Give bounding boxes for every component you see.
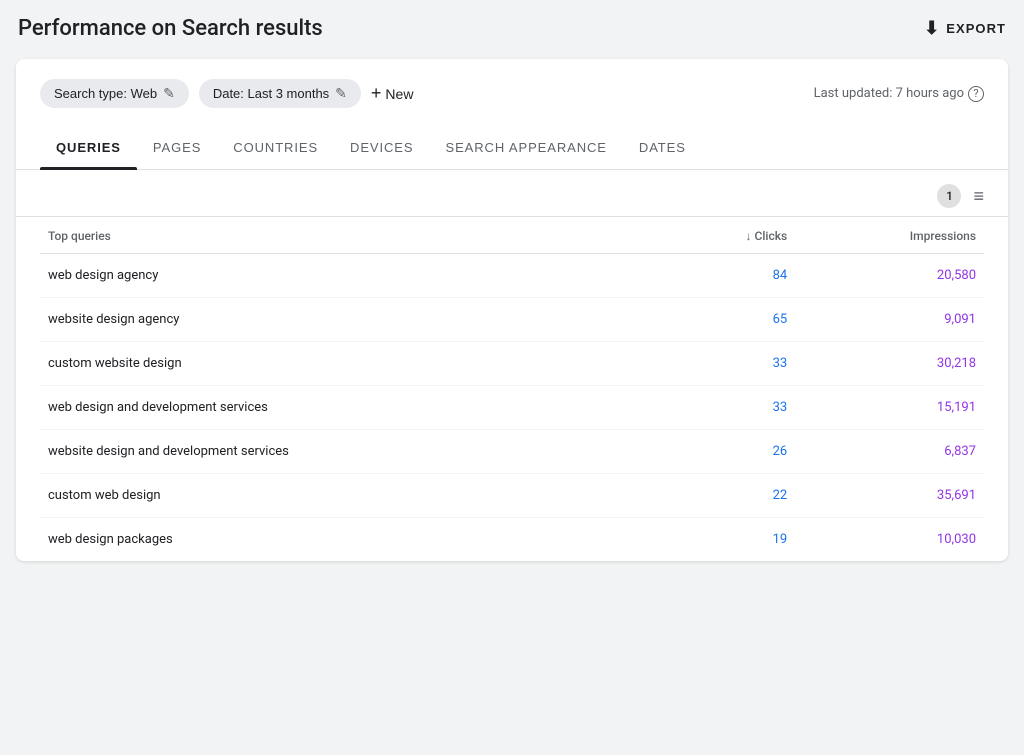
cell-query: web design packages [40, 518, 654, 562]
last-updated-text: Last updated: 7 hours ago [814, 86, 964, 101]
cell-query: custom website design [40, 342, 654, 386]
cell-query: web design and development services [40, 386, 654, 430]
table-body: web design agency8420,580website design … [40, 254, 984, 562]
main-card: Search type: Web ✎ Date: Last 3 months ✎… [16, 59, 1008, 561]
table-header-row: Top queries ↓Clicks Impressions [40, 217, 984, 254]
tabs-bar: QUERIES PAGES COUNTRIES DEVICES SEARCH A… [16, 128, 1008, 170]
table-row[interactable]: website design agency659,091 [40, 298, 984, 342]
queries-table: Top queries ↓Clicks Impressions web desi… [40, 217, 984, 561]
table-row[interactable]: website design and development services2… [40, 430, 984, 474]
cell-impressions: 15,191 [795, 386, 984, 430]
tab-dates[interactable]: DATES [623, 128, 702, 169]
tab-search-appearance[interactable]: SEARCH APPEARANCE [429, 128, 622, 169]
date-edit-icon: ✎ [335, 85, 347, 102]
search-type-edit-icon: ✎ [163, 85, 175, 102]
cell-impressions: 20,580 [795, 254, 984, 298]
export-icon: ⬇ [924, 18, 940, 39]
cell-clicks: 33 [654, 342, 796, 386]
col-header-clicks[interactable]: ↓Clicks [654, 217, 796, 254]
tab-pages[interactable]: PAGES [137, 128, 217, 169]
page-title: Performance on Search results [18, 16, 323, 41]
table-row[interactable]: web design packages1910,030 [40, 518, 984, 562]
cell-clicks: 33 [654, 386, 796, 430]
tab-queries[interactable]: QUERIES [40, 128, 137, 169]
cell-query: website design and development services [40, 430, 654, 474]
filters-row: Search type: Web ✎ Date: Last 3 months ✎… [40, 79, 984, 108]
table-row[interactable]: web design and development services3315,… [40, 386, 984, 430]
col-header-query: Top queries [40, 217, 654, 254]
page-header: Performance on Search results ⬇ EXPORT [16, 16, 1008, 41]
date-label: Date: Last 3 months [213, 86, 329, 101]
sort-down-icon: ↓ [746, 229, 752, 243]
search-type-filter[interactable]: Search type: Web ✎ [40, 79, 189, 108]
tab-devices[interactable]: DEVICES [334, 128, 429, 169]
cell-query: website design agency [40, 298, 654, 342]
table-controls: 1 ≡ [16, 170, 1008, 217]
date-filter[interactable]: Date: Last 3 months ✎ [199, 79, 361, 108]
export-label: EXPORT [946, 21, 1006, 36]
table-row[interactable]: web design agency8420,580 [40, 254, 984, 298]
cell-impressions: 6,837 [795, 430, 984, 474]
cell-clicks: 84 [654, 254, 796, 298]
cell-impressions: 10,030 [795, 518, 984, 562]
col-header-impressions: Impressions [795, 217, 984, 254]
cell-impressions: 30,218 [795, 342, 984, 386]
filter-count-badge[interactable]: 1 [937, 184, 961, 208]
cell-query: web design agency [40, 254, 654, 298]
cell-clicks: 65 [654, 298, 796, 342]
export-button[interactable]: ⬇ EXPORT [924, 18, 1006, 39]
new-label: New [385, 86, 413, 102]
cell-clicks: 26 [654, 430, 796, 474]
cell-impressions: 9,091 [795, 298, 984, 342]
tab-countries[interactable]: COUNTRIES [217, 128, 334, 169]
last-updated: Last updated: 7 hours ago ? [814, 86, 984, 102]
help-icon[interactable]: ? [968, 86, 984, 102]
cell-clicks: 19 [654, 518, 796, 562]
cell-impressions: 35,691 [795, 474, 984, 518]
table-row[interactable]: custom web design2235,691 [40, 474, 984, 518]
table-row[interactable]: custom website design3330,218 [40, 342, 984, 386]
cell-clicks: 22 [654, 474, 796, 518]
filter-lines-icon[interactable]: ≡ [973, 186, 984, 207]
new-button[interactable]: + New [371, 83, 414, 104]
search-type-label: Search type: Web [54, 86, 157, 101]
plus-icon: + [371, 83, 382, 104]
cell-query: custom web design [40, 474, 654, 518]
